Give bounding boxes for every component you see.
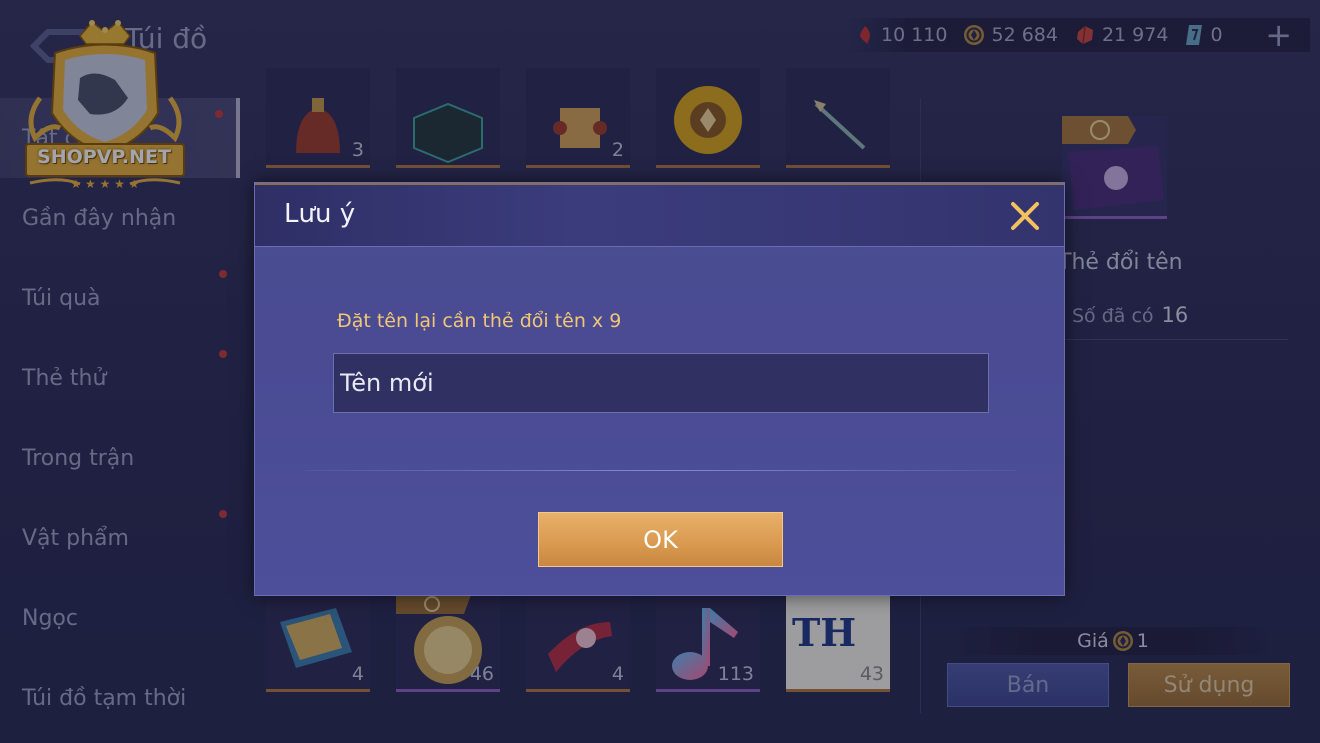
dialog-header: Lưu ý: [255, 183, 1064, 247]
rename-requirement-text: Đặt tên lại cần thẻ đổi tên x 9: [337, 310, 622, 332]
dialog-divider: [305, 470, 1017, 471]
close-icon[interactable]: [1008, 199, 1042, 233]
dialog-title: Lưu ý: [284, 199, 356, 229]
ok-button[interactable]: OK: [538, 512, 783, 567]
rename-dialog: Lưu ý Đặt tên lại cần thẻ đổi tên x 9 OK: [254, 182, 1065, 596]
new-name-input[interactable]: [333, 353, 989, 413]
